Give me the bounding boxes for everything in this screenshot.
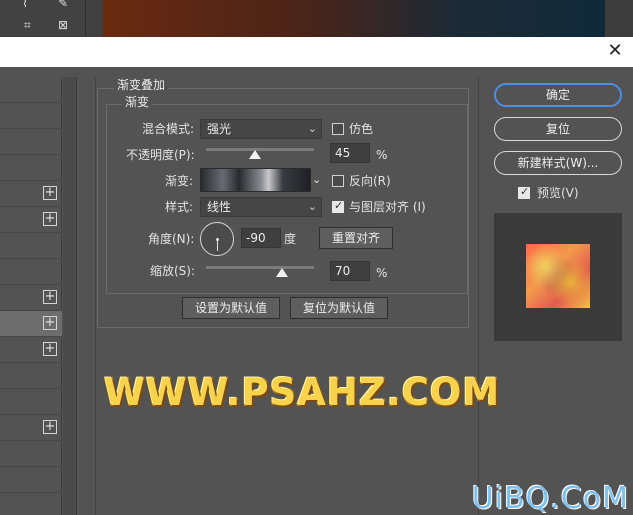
style-select[interactable]: 线性 ⌄ (200, 197, 322, 217)
style-list-item[interactable]: + (0, 337, 62, 363)
preview-label: 预览(V) (537, 186, 579, 200)
style-preview (494, 213, 622, 341)
style-list-item[interactable] (0, 363, 62, 389)
subgroup-title: 渐变 (122, 95, 153, 109)
plus-icon[interactable]: + (43, 316, 57, 330)
style-list-item[interactable] (0, 467, 62, 493)
chevron-down-icon: ⌄ (307, 200, 317, 213)
close-icon[interactable]: ✕ (605, 41, 625, 61)
opacity-input[interactable]: 45 (330, 143, 370, 163)
style-list-item[interactable] (0, 155, 62, 181)
frame-tool-icon[interactable]: ⊠ (58, 18, 76, 34)
new-style-button[interactable]: 新建样式(W)... (494, 151, 622, 175)
corner-watermark: UiBQ.CoM (471, 481, 629, 515)
blend-mode-value: 强光 (207, 122, 232, 136)
gradient-label: 渐变: (165, 174, 194, 188)
right-panel-strip (605, 0, 633, 37)
dialog-titlebar: ✕ (0, 37, 633, 67)
dither-checkbox[interactable] (332, 123, 344, 135)
scale-unit: % (376, 266, 388, 280)
scale-slider[interactable] (206, 266, 314, 269)
style-list-item[interactable]: + (0, 181, 62, 207)
plus-icon[interactable]: + (43, 342, 57, 356)
document-canvas (103, 0, 605, 37)
style-list-item[interactable]: + (0, 285, 62, 311)
style-list-scrollbar[interactable] (63, 77, 77, 515)
opacity-label: 不透明度(P): (126, 148, 195, 162)
style-list-item[interactable] (0, 233, 62, 259)
style-list-item[interactable]: + (0, 415, 62, 441)
reset-to-default-button[interactable]: 复位为默认值 (290, 297, 388, 319)
divider (478, 77, 479, 515)
layer-style-dialog: ✕ + + + + + + 渐变叠加 渐变 混合模式: 强光 ⌄ 仿色 不透明度… (0, 37, 633, 515)
reset-button[interactable]: 复位 (494, 117, 622, 141)
watermark-text: WWW.PSAHZ.COM (104, 371, 501, 414)
angle-dial[interactable] (200, 222, 234, 256)
chevron-down-icon[interactable]: ⌄ (312, 172, 321, 188)
style-list-item[interactable] (0, 389, 62, 415)
angle-dial-needle (217, 239, 218, 251)
gradient-preview[interactable] (200, 168, 311, 192)
chevron-down-icon: ⌄ (307, 122, 317, 135)
style-list-item[interactable] (0, 77, 62, 103)
dither-label: 仿色 (349, 122, 374, 136)
group-title: 渐变叠加 (114, 78, 169, 92)
tools-panel: ⌇ ✎ ⌗ ⊠ (0, 0, 86, 37)
angle-input[interactable]: -90 (241, 228, 281, 248)
style-list-item[interactable]: + (0, 207, 62, 233)
reverse-checkbox[interactable] (332, 175, 344, 187)
plus-icon[interactable]: + (43, 212, 57, 226)
align-with-layer-label: 与图层对齐 (I) (349, 200, 426, 214)
style-label: 样式: (165, 200, 194, 214)
preview-checkbox[interactable] (518, 185, 530, 199)
lasso-tool-icon[interactable]: ⌇ (22, 0, 40, 12)
style-list-item[interactable] (0, 103, 62, 129)
plus-icon[interactable]: + (43, 186, 57, 200)
reset-alignment-button[interactable]: 重置对齐 (319, 227, 393, 249)
brush-tool-icon[interactable]: ✎ (58, 0, 76, 12)
crop-tool-icon[interactable]: ⌗ (24, 18, 42, 34)
set-as-default-button[interactable]: 设置为默认值 (182, 297, 280, 319)
scale-label: 缩放(S): (150, 264, 196, 278)
style-value: 线性 (207, 200, 232, 214)
ok-button[interactable]: 确定 (494, 83, 622, 107)
style-list-item[interactable] (0, 259, 62, 285)
angle-unit: 度 (284, 232, 297, 246)
angle-label: 角度(N): (148, 232, 195, 246)
blend-mode-label: 混合模式: (142, 122, 195, 136)
plus-icon[interactable]: + (43, 420, 57, 434)
plus-icon[interactable]: + (43, 290, 57, 304)
opacity-unit: % (376, 148, 388, 162)
scale-input[interactable]: 70 (330, 261, 370, 281)
reverse-label: 反向(R) (349, 174, 391, 188)
blend-mode-select[interactable]: 强光 ⌄ (200, 119, 322, 139)
divider (95, 77, 96, 515)
align-with-layer-checkbox[interactable] (332, 199, 344, 213)
opacity-slider-thumb[interactable] (248, 150, 261, 159)
style-list: + + + + + + (0, 77, 62, 515)
style-list-item[interactable] (0, 129, 62, 155)
scale-slider-thumb[interactable] (275, 268, 288, 277)
style-list-item-selected[interactable]: + (0, 311, 62, 337)
style-list-item[interactable] (0, 441, 62, 467)
style-preview-thumbnail (526, 244, 590, 308)
